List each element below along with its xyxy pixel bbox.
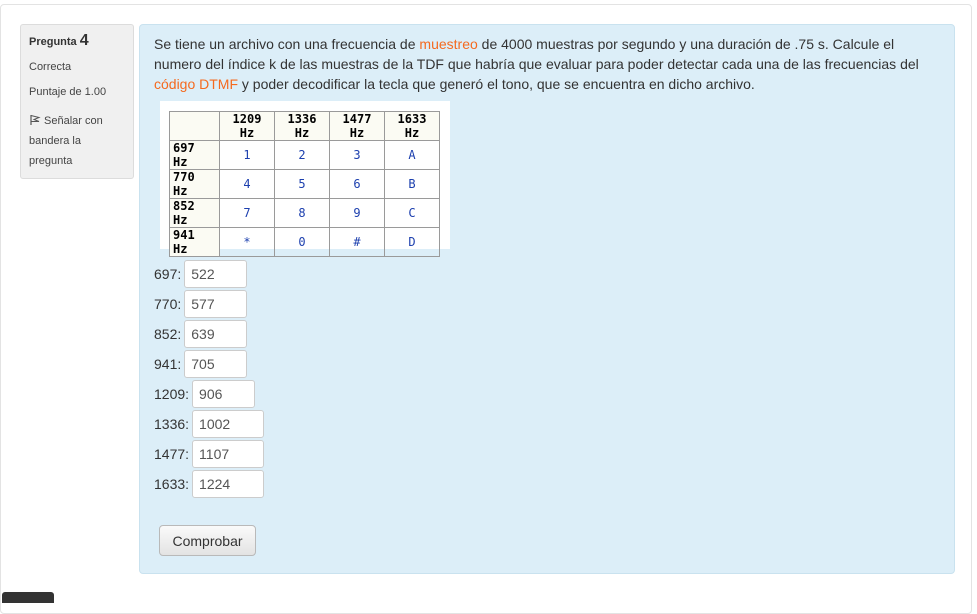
answer-row-1209: 1209: xyxy=(154,379,264,409)
answer-row-1477: 1477: xyxy=(154,439,265,469)
answer-label: 770: xyxy=(154,296,182,312)
dtmf-key: 9 xyxy=(329,198,385,228)
dtmf-key: B xyxy=(384,169,440,199)
table-corner xyxy=(169,111,220,141)
answer-input-1477[interactable] xyxy=(192,440,265,468)
dtmf-key: 3 xyxy=(329,140,385,170)
question-info-panel: Pregunta 4 Correcta Puntaje de 1.00 Seña… xyxy=(20,24,134,179)
answer-row-941: 941: xyxy=(154,349,264,379)
answer-input-1633[interactable] xyxy=(192,470,265,498)
col-header: 1336 Hz xyxy=(274,111,330,141)
dtmf-key: A xyxy=(384,140,440,170)
answer-label: 697: xyxy=(154,266,182,282)
question-content: Se tiene un archivo con una frecuencia d… xyxy=(139,24,955,574)
question-text-part: Se tiene un archivo con una frecuencia d… xyxy=(154,36,420,52)
row-header: 941 Hz xyxy=(169,227,220,257)
answer-row-1336: 1336: xyxy=(154,409,265,439)
dtmf-key: 2 xyxy=(274,140,330,170)
answer-input-941[interactable] xyxy=(184,350,248,378)
answer-row-770: 770: xyxy=(154,289,264,319)
dtmf-key: 1 xyxy=(219,140,275,170)
col-header: 1633 Hz xyxy=(384,111,440,141)
bottom-dock-tab[interactable] xyxy=(2,592,54,603)
question-number-value: 4 xyxy=(79,32,89,49)
answer-input-1336[interactable] xyxy=(192,410,265,438)
question-grade: Puntaje de 1.00 xyxy=(29,86,107,98)
answer-input-697[interactable] xyxy=(184,260,248,288)
answer-input-1209[interactable] xyxy=(192,380,256,408)
glossary-link-dtmf[interactable]: código DTMF xyxy=(154,76,238,92)
answer-row-697: 697: xyxy=(154,259,264,289)
dtmf-key: 8 xyxy=(274,198,330,228)
question-text-part: y poder decodificar la tecla que generó … xyxy=(238,76,755,92)
question-text: Se tiene un archivo con una frecuencia d… xyxy=(154,34,944,94)
answer-label: 941: xyxy=(154,356,182,372)
check-button[interactable]: Comprobar xyxy=(159,525,256,556)
dtmf-key: 0 xyxy=(274,227,330,257)
dtmf-key: C xyxy=(384,198,440,228)
glossary-link-muestreo[interactable]: muestreo xyxy=(419,36,477,52)
col-header: 1209 Hz xyxy=(219,111,275,141)
dtmf-key: D xyxy=(384,227,440,257)
answer-row-852: 852: xyxy=(154,319,264,349)
question-label: Pregunta xyxy=(29,36,77,48)
answer-label: 1209: xyxy=(154,386,190,402)
answer-label: 1633: xyxy=(154,476,190,492)
answer-label: 1336: xyxy=(154,416,190,432)
flag-question-link[interactable]: Señalar con bandera la pregunta xyxy=(29,111,125,171)
dtmf-key: # xyxy=(329,227,385,257)
dtmf-table: 1209 Hz 1336 Hz 1477 Hz 1633 Hz 697 Hz 1… xyxy=(169,111,440,257)
question-state: Correcta xyxy=(29,61,72,73)
answer-label: 852: xyxy=(154,326,182,342)
col-header: 1477 Hz xyxy=(329,111,385,141)
flag-icon xyxy=(30,115,41,125)
answer-input-852[interactable] xyxy=(184,320,248,348)
answer-input-770[interactable] xyxy=(184,290,248,318)
row-header: 852 Hz xyxy=(169,198,220,228)
dtmf-key: * xyxy=(219,227,275,257)
row-header: 697 Hz xyxy=(169,140,220,170)
question-number: Pregunta 4 xyxy=(29,32,125,50)
dtmf-key: 5 xyxy=(274,169,330,199)
answer-fields: 697: 770: 852: 941: 1209: 1336: 1477: 1 xyxy=(154,259,265,499)
dtmf-key: 4 xyxy=(219,169,275,199)
answer-label: 1477: xyxy=(154,446,190,462)
dtmf-table-image: 1209 Hz 1336 Hz 1477 Hz 1633 Hz 697 Hz 1… xyxy=(160,101,450,257)
answer-row-1633: 1633: xyxy=(154,469,265,499)
dtmf-key: 7 xyxy=(219,198,275,228)
dtmf-key: 6 xyxy=(329,169,385,199)
row-header: 770 Hz xyxy=(169,169,220,199)
